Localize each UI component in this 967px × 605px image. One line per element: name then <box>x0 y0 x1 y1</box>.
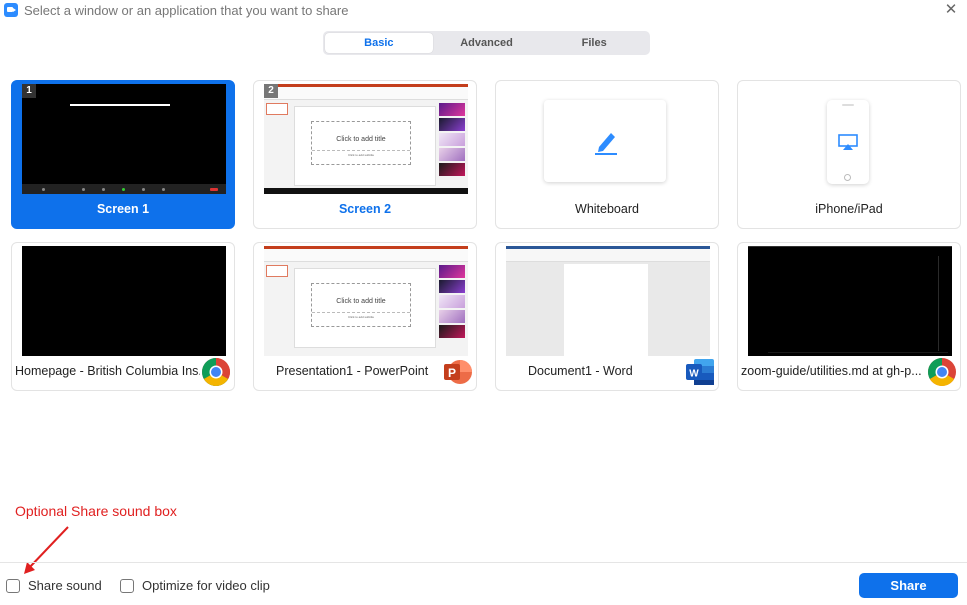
thumb-slide-title: Click to add title <box>336 136 386 143</box>
chrome-icon <box>202 358 230 386</box>
screen-1-toolbar <box>22 184 226 194</box>
window-title: Select a window or an application that y… <box>24 3 349 18</box>
whiteboard-preview <box>544 100 666 182</box>
airplay-icon <box>838 134 858 150</box>
source-card-window-github[interactable]: zoom-guide/utilities.md at gh-p... <box>737 242 961 391</box>
source-label: Homepage - British Columbia Ins... <box>15 364 200 378</box>
source-card-window-word[interactable]: Document1 - Word W <box>495 242 719 391</box>
powerpoint-icon: P <box>444 360 472 384</box>
source-label: Presentation1 - PowerPoint <box>276 364 429 378</box>
screen-number-badge: 1 <box>22 84 36 98</box>
share-button[interactable]: Share <box>859 573 958 598</box>
share-tabs: Basic Advanced Files <box>323 31 650 55</box>
zoom-app-icon <box>4 3 18 17</box>
screen-1-inner-window <box>70 104 170 166</box>
screen-2-thumbnail: 2 Click to add title Click to add subtit… <box>264 84 468 194</box>
source-label: Screen 1 <box>96 202 150 216</box>
footer-divider <box>0 562 967 563</box>
screen-1-thumbnail: 1 <box>22 84 226 194</box>
svg-text:W: W <box>689 369 699 380</box>
source-card-screen-1[interactable]: 1 Screen 1 <box>11 80 235 229</box>
phone-preview <box>827 100 869 184</box>
optimize-video-checkbox[interactable] <box>120 578 134 593</box>
svg-text:P: P <box>448 366 456 380</box>
share-sound-label: Share sound <box>28 578 102 593</box>
screen-number-badge: 2 <box>264 84 278 98</box>
source-card-window-homepage[interactable]: Homepage - British Columbia Ins... <box>11 242 235 391</box>
source-label: Whiteboard <box>575 202 639 216</box>
source-label: Document1 - Word <box>528 364 633 378</box>
source-label: zoom-guide/utilities.md at gh-p... <box>741 364 922 378</box>
close-button[interactable]: ✕ <box>943 2 959 18</box>
source-label: Screen 2 <box>338 202 392 216</box>
window-thumbnail <box>748 246 952 356</box>
word-icon: W <box>686 359 714 385</box>
share-sound-checkbox[interactable] <box>6 578 20 593</box>
source-card-window-powerpoint[interactable]: Click to add title Click to add subtitle… <box>253 242 477 391</box>
optimize-video-option[interactable]: Optimize for video clip <box>120 578 270 593</box>
chrome-icon <box>928 358 956 386</box>
share-sound-option[interactable]: Share sound <box>6 578 102 593</box>
source-label: iPhone/iPad <box>815 202 883 216</box>
title-bar: Select a window or an application that y… <box>0 0 967 22</box>
thumb-slide-title: Click to add title <box>336 298 386 305</box>
tab-files[interactable]: Files <box>540 33 648 53</box>
source-card-iphone-ipad[interactable]: iPhone/iPad <box>737 80 961 229</box>
annotation-arrow-icon <box>24 526 69 574</box>
window-thumbnail <box>506 246 710 356</box>
optimize-video-label: Optimize for video clip <box>142 578 270 593</box>
annotation-text: Optional Share sound box <box>15 503 177 519</box>
window-thumbnail: Click to add title Click to add subtitle <box>264 246 468 356</box>
source-card-whiteboard[interactable]: Whiteboard <box>495 80 719 229</box>
window-thumbnail <box>22 246 226 356</box>
tab-advanced[interactable]: Advanced <box>433 33 541 53</box>
tab-basic[interactable]: Basic <box>325 33 433 53</box>
source-card-screen-2[interactable]: 2 Click to add title Click to add subtit… <box>253 80 477 229</box>
thumb-slide-subtitle: Click to add subtitle <box>312 150 410 157</box>
pen-icon <box>595 133 617 155</box>
thumb-slide-subtitle: Click to add subtitle <box>312 312 410 319</box>
